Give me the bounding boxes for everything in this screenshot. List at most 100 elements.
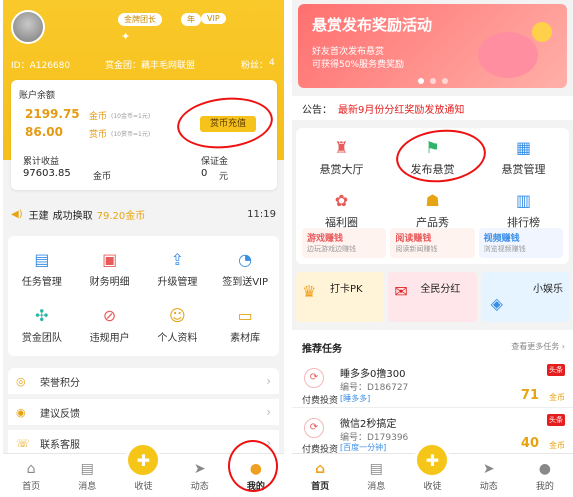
menu-finance[interactable]: ▣ 财务明细	[76, 248, 144, 289]
tab-home[interactable]: ⌂ 首页	[292, 454, 348, 497]
apprentice-icon: ✚	[125, 442, 162, 478]
gold-value: 2199.75	[25, 107, 80, 121]
tab-feed[interactable]: ➤ 动态	[172, 454, 228, 497]
tasks-more-link[interactable]: 查看更多任务 ›	[511, 341, 565, 352]
task-tag: [睡多多]	[340, 394, 371, 403]
bird-icon: ✦	[121, 30, 131, 43]
tab-label: 首页	[311, 482, 330, 492]
carousel-dots	[418, 78, 448, 84]
menu-label: 违规用户	[89, 333, 130, 344]
menu-violation[interactable]: ⊘ 违规用户	[76, 304, 144, 345]
earn-reading-card[interactable]: 阅读赚钱 阅读新闻赚钱	[390, 228, 475, 258]
earn-card-title: 视频赚钱	[483, 234, 520, 244]
tab-label: 收徒	[134, 482, 153, 492]
avatar[interactable]	[11, 10, 45, 44]
upgrade-icon: ⇪	[170, 249, 185, 269]
menu-leaderboard[interactable]: ▥ 排行榜	[478, 189, 569, 230]
promo-entertainment[interactable]: 小娱乐 ◈	[480, 272, 569, 322]
tab-messages[interactable]: ▤ 消息	[348, 454, 404, 497]
task-icon: ⟳	[304, 368, 324, 388]
task-item[interactable]: ⟳ 睡多多0撸300 编号：D186727 [睡多多] 付费投资 头条 71 金…	[292, 360, 573, 408]
earn-video-card[interactable]: 视频赚钱 浏览视频赚钱	[478, 228, 563, 258]
tab-messages[interactable]: ▤ 消息	[59, 454, 115, 497]
promo-banner[interactable]: 悬赏发布奖励活动 好友首次发布悬赏 可获得50%服务费奖励	[298, 4, 567, 88]
promo-dividend[interactable]: ✉ 全民分红	[388, 272, 477, 322]
dot-icon	[418, 78, 424, 84]
menu-checkin-vip[interactable]: ◔ 签到送VIP	[211, 248, 279, 289]
bottom-tab-bar: ⌂ 首页 ▤ 消息 ✚ 收徒 ➤ 动态 ● 我的	[292, 442, 573, 497]
tab-feed[interactable]: ➤ 动态	[461, 454, 517, 497]
task-title: 睡多多0撸300	[340, 369, 406, 380]
earn-value: 97603.85	[23, 168, 71, 179]
gold-label: 金币	[89, 112, 108, 122]
earn-card-title: 阅读赚钱	[395, 234, 432, 244]
clipboard-icon: ▤	[34, 249, 50, 269]
menu-product-show[interactable]: ☗ 产品秀	[387, 189, 478, 230]
tab-label: 消息	[367, 482, 386, 492]
task-reward-unit: 金币	[549, 441, 565, 450]
message-icon: ▤	[369, 461, 383, 477]
user-ban-icon: ⊘	[102, 305, 117, 325]
menu-label: 个人资料	[157, 333, 198, 344]
task-reward: 40	[520, 436, 539, 451]
list-label: 联系客服	[40, 439, 80, 451]
tab-apprentice[interactable]: ✚ 收徒	[404, 442, 460, 497]
red-packet-icon: ✉	[394, 282, 408, 301]
user-icon: ●	[538, 461, 551, 477]
menu-task-manage[interactable]: ▤ 任务管理	[8, 248, 76, 289]
tab-label: 我的	[535, 482, 554, 492]
coin-icon	[532, 22, 552, 42]
list-label: 建议反馈	[40, 408, 80, 420]
task-type: 付费投资	[302, 396, 339, 406]
notice-bar[interactable]: 公告： 最新9月份分红奖励发放通知	[292, 96, 573, 120]
vip-badge: VIP	[201, 13, 226, 24]
profile-icon: ☺	[169, 305, 186, 325]
banner-title: 悬赏发布奖励活动	[312, 16, 433, 34]
speaker-icon: ◀)	[11, 208, 23, 220]
dot-icon	[442, 78, 448, 84]
task-id: 编号：D186727	[340, 383, 409, 393]
year-badge: 年	[181, 13, 201, 26]
function-grid: ♜ 悬赏大厅 ⚑ 发布悬赏 ▦ 悬赏管理 ✿ 福利圈 ☗ 产品秀 ▥ 排行榜 游戏赚钱 边玩…	[296, 125, 569, 264]
list-item-feedback[interactable]: ◉ 建议反馈 ›	[8, 399, 279, 425]
deposit-title: 保证金	[201, 157, 229, 167]
rank-icon: ▥	[515, 190, 532, 210]
tab-apprentice[interactable]: ✚ 收徒	[115, 442, 171, 497]
promo-checkin-pk[interactable]: ♛ 打卡PK	[296, 272, 385, 322]
hall-icon: ♜	[334, 137, 349, 157]
gold-note: (10金币=1元)	[111, 113, 151, 120]
balance-title: 账户余额	[19, 91, 56, 101]
banner-line2: 可获得50%服务费奖励	[312, 60, 405, 70]
menu-materials[interactable]: ▭ 素材库	[211, 304, 279, 345]
menu-profile[interactable]: ☺ 个人资料	[144, 304, 212, 345]
send-icon: ➤	[482, 461, 495, 477]
earn-card-title: 游戏赚钱	[307, 234, 344, 244]
menu-bounty-manage[interactable]: ▦ 悬赏管理	[478, 136, 569, 177]
banner-line1: 好友首次发布悬赏	[312, 47, 385, 57]
earn-game-card[interactable]: 游戏赚钱 边玩游戏边赚钱	[302, 228, 387, 258]
tab-home[interactable]: ⌂ 首页	[3, 454, 59, 497]
menu-label: 悬赏大厅	[319, 163, 364, 176]
menu-bounty-hall[interactable]: ♜ 悬赏大厅	[296, 136, 387, 177]
earn-title: 累计收益	[23, 157, 60, 167]
coin-value: 86.00	[25, 125, 63, 139]
tab-mine[interactable]: ● 我的	[517, 454, 573, 497]
notice-label: 公告：	[302, 104, 332, 116]
rank-badge: 金牌团长	[118, 13, 162, 26]
earn-unit: 金币	[93, 172, 112, 182]
menu-welfare[interactable]: ✿ 福利圈	[296, 189, 387, 230]
function-grid: ▤ 任务管理 ▣ 财务明细 ⇪ 升级管理 ◔ 签到送VIP ✣ 赏金团队 ⊘ 违规用户 ☺ 个…	[8, 236, 279, 356]
menu-upgrade[interactable]: ⇪ 升级管理	[144, 248, 212, 289]
task-tag: [百度一分钟]	[340, 443, 387, 452]
game-icon: ◈	[490, 294, 503, 313]
menu-label: 赏金团队	[21, 333, 62, 344]
gift-icon: ✿	[334, 190, 349, 210]
service-icon: ☏	[16, 436, 30, 450]
team-name[interactable]: 赏金团：藕丰毛网联盟	[105, 58, 195, 71]
home-screen: 悬赏发布奖励活动 好友首次发布悬赏 可获得50%服务费奖励 公告： 最新9月份分…	[292, 0, 573, 497]
ticker-action: 成功换取	[52, 210, 93, 222]
list-item-honor[interactable]: ◎ 荣誉积分 ›	[8, 368, 279, 394]
ticker-time: 11:19	[247, 208, 276, 220]
tab-label: 收徒	[423, 482, 442, 492]
menu-team[interactable]: ✣ 赏金团队	[8, 304, 76, 345]
